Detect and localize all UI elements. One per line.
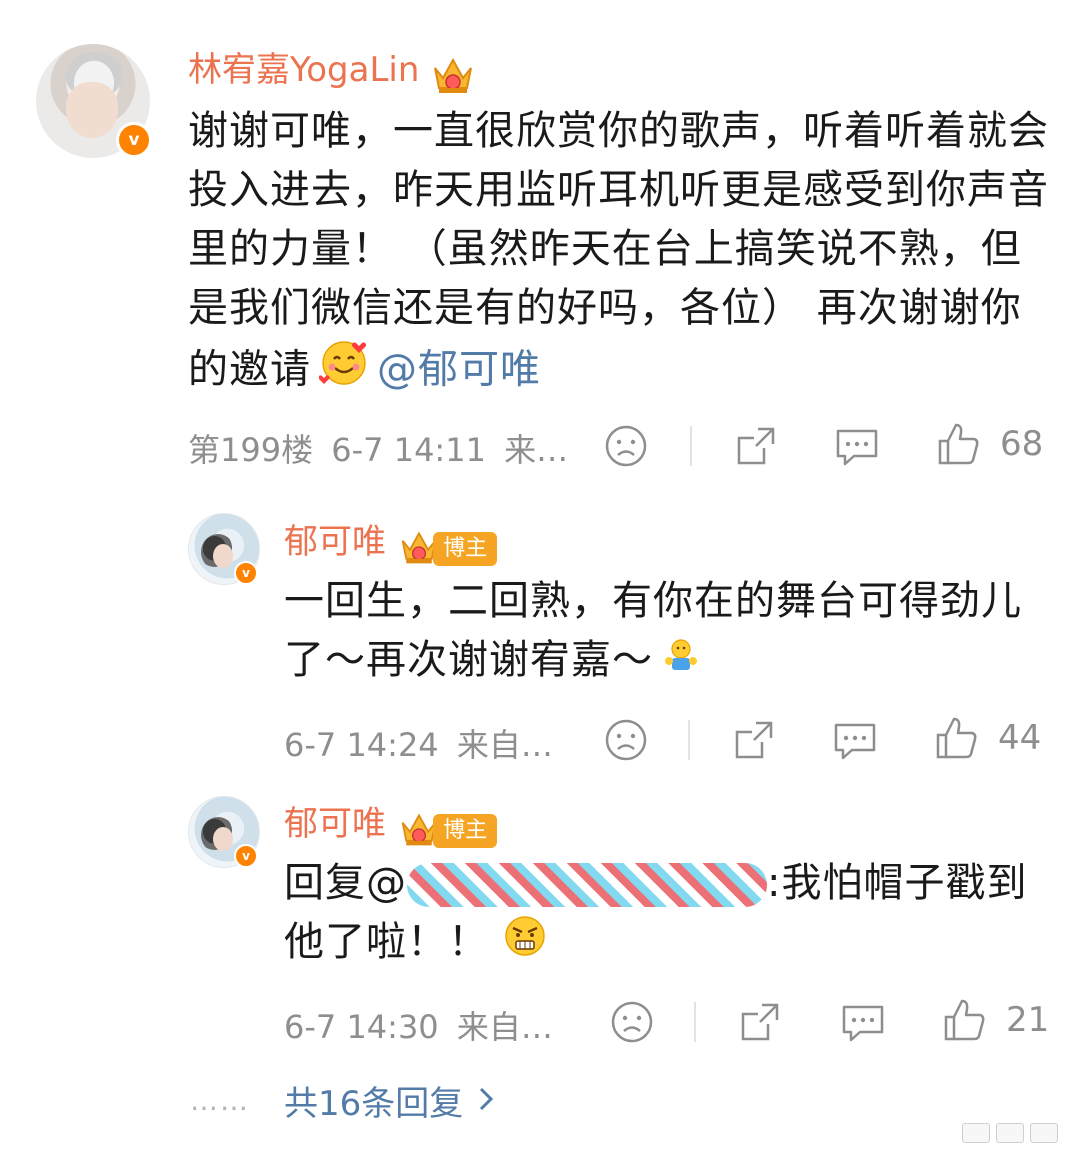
more-replies-link[interactable]: 共16条回复	[284, 1076, 495, 1125]
redacted-username	[407, 863, 767, 907]
reply1-meta: 6-7 14:24 来自…	[284, 720, 553, 766]
crown-badge-icon	[431, 54, 475, 100]
reply2-avatar-wrap[interactable]: v	[188, 796, 260, 868]
source: 来…	[504, 431, 569, 469]
sad-face-icon[interactable]	[610, 1000, 654, 1048]
watermark-icon	[962, 1123, 1058, 1143]
reply-username[interactable]: 郁可唯	[284, 804, 386, 844]
main-comment-meta: 第199楼 6-7 14:11 来…	[188, 425, 568, 471]
timestamp: 6-7 14:30	[284, 1008, 439, 1046]
comment-icon[interactable]	[834, 424, 880, 472]
sad-face-icon[interactable]	[604, 424, 648, 472]
main-comment-body: 谢谢可唯，一直很欣赏你的歌声，听着听着就会投入进去，昨天用监听耳机听更是感受到你…	[188, 108, 1049, 393]
share-icon[interactable]	[732, 718, 776, 766]
source: 来自…	[456, 726, 553, 764]
hug-emoji-icon	[661, 633, 701, 692]
main-comment-header: 林宥嘉YogaLin	[188, 42, 475, 100]
mention-link[interactable]: @郁可唯	[377, 347, 541, 393]
more-dots: ……	[190, 1084, 250, 1117]
thumbs-up-icon[interactable]	[934, 715, 978, 765]
chevron-right-icon	[477, 1085, 495, 1117]
source: 来自…	[456, 1008, 553, 1046]
more-replies-label[interactable]: 共16条回复	[284, 1076, 463, 1125]
divider	[688, 720, 690, 760]
divider	[694, 1002, 696, 1042]
reply-prefix: 回复@	[284, 860, 407, 906]
reply2-meta: 6-7 14:30 来自…	[284, 1002, 553, 1048]
divider	[690, 426, 692, 466]
blogger-tag: 博主	[433, 813, 498, 848]
blogger-tag: 博主	[433, 531, 498, 566]
share-icon[interactable]	[738, 1000, 782, 1048]
thumbs-up-icon[interactable]	[936, 421, 980, 471]
reply1-text: 一回生，二回熟，有你在的舞台可得劲儿了～再次谢谢宥嘉～	[284, 572, 1024, 692]
main-avatar-wrap[interactable]: v	[36, 44, 152, 158]
reply-username[interactable]: 郁可唯	[284, 522, 386, 562]
floor-number: 第199楼	[188, 431, 314, 469]
sad-face-icon[interactable]	[604, 718, 648, 766]
share-icon[interactable]	[734, 424, 778, 472]
reply-body: 一回生，二回熟，有你在的舞台可得劲儿了～再次谢谢宥嘉～	[284, 578, 1022, 683]
main-comment-text: 谢谢可唯，一直很欣赏你的歌声，听着听着就会投入进去，昨天用监听耳机听更是感受到你…	[188, 102, 1050, 405]
main-username[interactable]: 林宥嘉YogaLin	[188, 50, 419, 90]
like-count: 68	[1000, 424, 1044, 464]
verified-v-icon: v	[234, 561, 258, 585]
like-count: 44	[998, 718, 1042, 758]
reply1-avatar-wrap[interactable]: v	[188, 513, 260, 585]
like-count: 21	[1006, 1000, 1050, 1040]
timestamp: 6-7 14:11	[331, 431, 486, 469]
thumbs-up-icon[interactable]	[942, 997, 986, 1047]
verified-v-icon: v	[116, 122, 152, 158]
comment-icon[interactable]	[832, 718, 878, 766]
timestamp: 6-7 14:24	[284, 726, 439, 764]
reply2-text: 回复@:我怕帽子戳到他了啦！！	[284, 854, 1044, 975]
reply1-header: 郁可唯 博主	[284, 514, 498, 571]
smiling-hearts-emoji-icon	[318, 338, 369, 405]
verified-v-icon: v	[234, 844, 258, 868]
comment-icon[interactable]	[840, 1000, 886, 1048]
reply2-header: 郁可唯 博主	[284, 796, 498, 853]
angry-face-emoji-icon	[503, 914, 547, 975]
